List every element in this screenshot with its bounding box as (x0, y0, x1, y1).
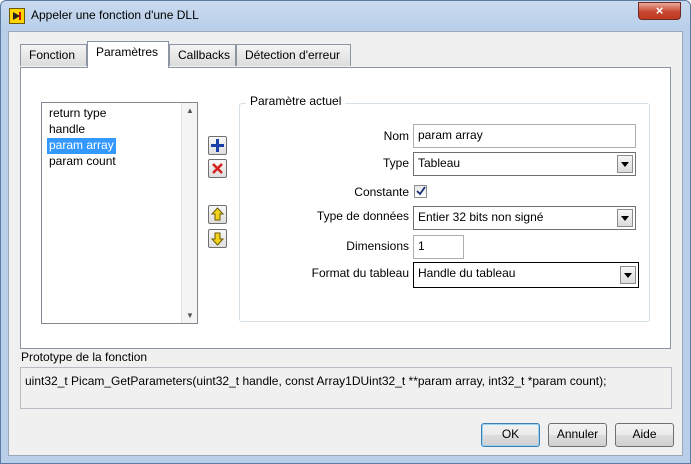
tab-fonction[interactable]: Fonction (20, 44, 87, 66)
dimensions-label: Dimensions (346, 239, 409, 253)
scroll-down-icon[interactable]: ▼ (186, 311, 194, 320)
add-parameter-icon (211, 139, 224, 152)
tab-label: Fonction (29, 48, 76, 62)
datatype-label: Type de données (316, 209, 409, 223)
title-bar[interactable]: Appeler une fonction d'une DLL × (1, 1, 690, 29)
close-button[interactable]: × (638, 2, 681, 20)
delete-parameter-icon (212, 163, 223, 174)
type-value: Tableau (418, 156, 461, 170)
tab-callbacks[interactable]: Callbacks (169, 44, 236, 66)
tab-parametres[interactable]: Paramètres (87, 41, 169, 68)
ok-button[interactable]: OK (481, 423, 540, 447)
datatype-value: Entier 32 bits non signé (418, 210, 544, 224)
array-format-label: Format du tableau (311, 266, 409, 280)
group-title: Paramètre actuel (246, 94, 346, 108)
array-format-dropdown[interactable]: Handle du tableau (413, 262, 639, 288)
move-up-button[interactable] (208, 205, 227, 224)
parameter-list[interactable]: return type handle param array param cou… (41, 102, 198, 324)
tab-label: Paramètres (96, 45, 159, 59)
list-item-selected[interactable]: param array (47, 138, 116, 154)
move-up-icon (210, 207, 225, 221)
chevron-down-icon[interactable] (617, 209, 633, 227)
move-down-icon (210, 232, 225, 246)
chevron-down-icon[interactable] (617, 155, 633, 173)
list-scrollbar[interactable]: ▲ ▼ (181, 103, 197, 323)
name-label: Nom (383, 129, 409, 143)
type-label: Type (382, 156, 409, 170)
window-title: Appeler une fonction d'une DLL (31, 8, 199, 22)
name-field[interactable]: param array (413, 124, 636, 148)
datatype-dropdown[interactable]: Entier 32 bits non signé (413, 206, 636, 230)
dimensions-field[interactable]: 1 (413, 235, 464, 259)
array-format-value: Handle du tableau (418, 266, 516, 280)
list-item[interactable]: param count (47, 154, 118, 170)
constant-checkbox[interactable] (414, 185, 427, 198)
tab-detection-erreur[interactable]: Détection d'erreur (236, 44, 351, 66)
chevron-down-icon[interactable] (620, 266, 636, 284)
move-down-button[interactable] (208, 229, 227, 248)
tab-label: Détection d'erreur (245, 48, 341, 62)
dialog-client-area: Fonction Paramètres Callbacks Détection … (8, 31, 683, 456)
prototype-text: uint32_t Picam_GetParameters(uint32_t ha… (20, 367, 672, 409)
add-parameter-button[interactable] (208, 136, 227, 155)
prototype-label: Prototype de la fonction (21, 350, 148, 364)
checkmark-icon (416, 186, 426, 196)
type-dropdown[interactable]: Tableau (413, 152, 636, 176)
list-item[interactable]: handle (47, 122, 87, 138)
delete-parameter-button[interactable] (208, 159, 227, 178)
list-item[interactable]: return type (47, 106, 108, 122)
scroll-up-icon[interactable]: ▲ (186, 106, 194, 115)
close-icon: × (655, 3, 664, 18)
tab-label: Callbacks (178, 48, 231, 62)
constant-label: Constante (354, 185, 409, 199)
help-button[interactable]: Aide (615, 423, 674, 447)
dialog-window: Appeler une fonction d'une DLL × Fonctio… (0, 0, 691, 464)
cancel-button[interactable]: Annuler (548, 423, 607, 447)
labview-dll-icon (9, 8, 25, 24)
